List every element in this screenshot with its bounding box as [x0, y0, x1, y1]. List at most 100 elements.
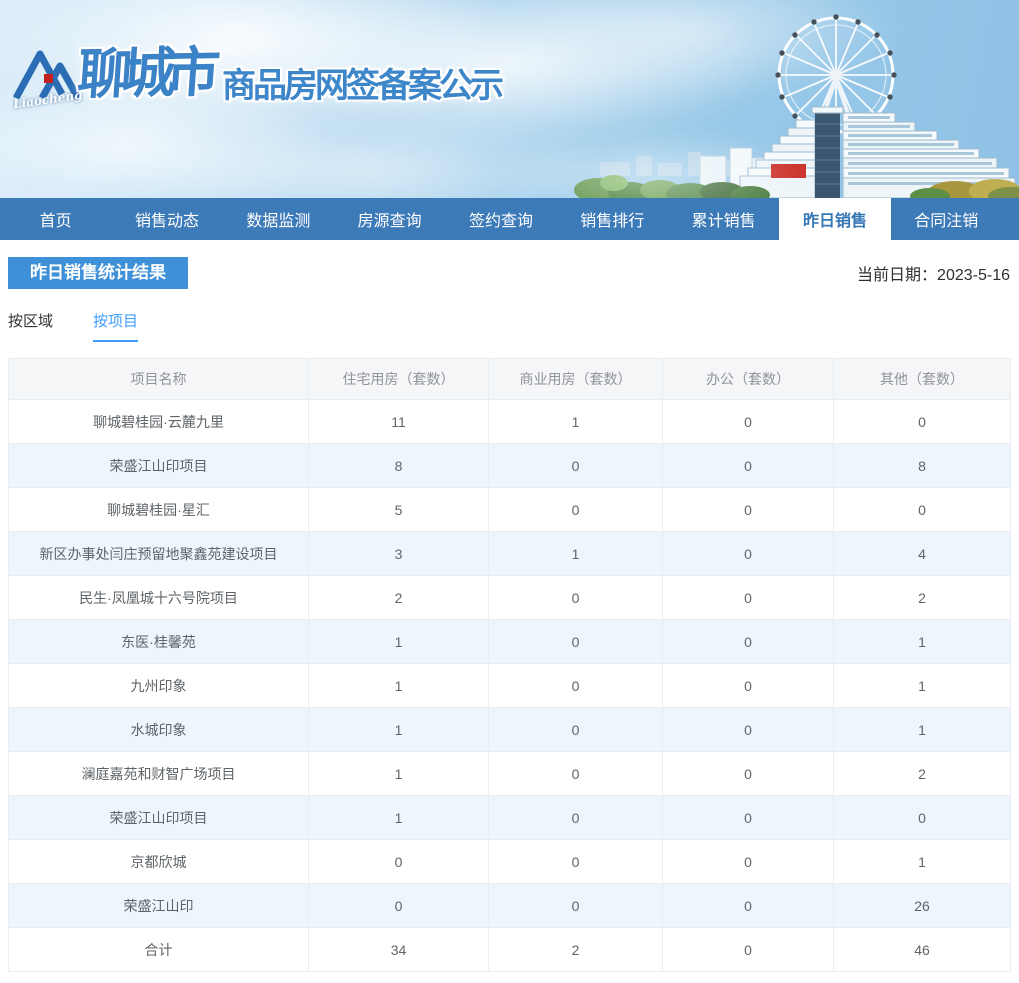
count-cell: 0 — [488, 663, 663, 708]
nav-item[interactable]: 首页 — [0, 198, 111, 240]
count-cell: 1 — [308, 795, 489, 840]
count-cell: 0 — [662, 619, 834, 664]
count-cell: 1 — [833, 839, 1011, 884]
count-cell: 1 — [488, 399, 663, 444]
project-name-cell: 荣盛江山印 — [8, 883, 309, 928]
count-cell: 8 — [308, 443, 489, 488]
main-nav-inner: 首页 销售动态 数据监测 房源查询 签约查询 销售排行 累计销售 昨日销售 合同注销 — [0, 198, 1002, 240]
count-cell: 3 — [308, 531, 489, 576]
count-cell: 0 — [662, 663, 834, 708]
count-cell: 0 — [662, 751, 834, 796]
table-row: 水城印象 1 0 0 1 — [8, 707, 1011, 752]
count-cell: 0 — [488, 443, 663, 488]
count-cell: 0 — [662, 883, 834, 928]
project-name-cell: 东医·桂馨苑 — [8, 619, 309, 664]
count-cell: 1 — [308, 619, 489, 664]
count-cell: 1 — [833, 707, 1011, 752]
table-row: 东医·桂馨苑 1 0 0 1 — [8, 619, 1011, 664]
count-cell: 26 — [833, 883, 1011, 928]
project-name-cell: 合计 — [8, 927, 309, 972]
count-cell: 0 — [662, 839, 834, 884]
count-cell: 4 — [833, 531, 1011, 576]
count-cell: 0 — [662, 795, 834, 840]
nav-item[interactable]: 数据监测 — [223, 198, 334, 240]
cloud-decoration — [490, 128, 810, 198]
count-cell: 2 — [833, 751, 1011, 796]
table-row: 民生·凤凰城十六号院项目 2 0 0 2 — [8, 575, 1011, 620]
count-cell: 0 — [662, 399, 834, 444]
count-cell: 8 — [833, 443, 1011, 488]
site-title: 商品房网签备案公示 — [222, 67, 504, 105]
count-cell: 0 — [833, 487, 1011, 532]
count-cell: 0 — [833, 795, 1011, 840]
sales-table: 项目名称 住宅用房（套数） 商业用房（套数） 办公（套数） 其他（套数） 聊城碧桂园·云… — [8, 358, 1011, 972]
count-cell: 0 — [662, 707, 834, 752]
table-row: 合计 34 2 0 46 — [8, 927, 1011, 972]
count-cell: 0 — [833, 399, 1011, 444]
nav-item[interactable]: 昨日销售 — [779, 198, 891, 240]
project-name-cell: 民生·凤凰城十六号院项目 — [8, 575, 309, 620]
nav-item[interactable]: 累计销售 — [668, 198, 779, 240]
count-cell: 2 — [488, 927, 663, 972]
count-cell: 0 — [308, 883, 489, 928]
count-cell: 46 — [833, 927, 1011, 972]
view-tabs: 按区域 按项目 — [8, 310, 1019, 342]
current-date: 当前日期：2023-5-16 — [857, 261, 1010, 285]
count-cell: 0 — [488, 751, 663, 796]
nav-item[interactable]: 销售动态 — [111, 198, 222, 240]
count-cell: 1 — [488, 531, 663, 576]
table-row: 聊城碧桂园·云麓九里 11 1 0 0 — [8, 399, 1011, 444]
tab[interactable]: 按区域 — [8, 310, 53, 342]
count-cell: 0 — [488, 839, 663, 884]
project-name-cell: 荣盛江山印项目 — [8, 443, 309, 488]
count-cell: 34 — [308, 927, 489, 972]
count-cell: 0 — [662, 531, 834, 576]
count-cell: 0 — [488, 707, 663, 752]
table-row: 澜庭嘉苑和财智广场项目 1 0 0 2 — [8, 751, 1011, 796]
column-header: 商业用房（套数） — [488, 358, 663, 400]
nav-item[interactable]: 房源查询 — [334, 198, 445, 240]
page-title: 昨日销售统计结果 — [8, 257, 188, 289]
count-cell: 0 — [662, 487, 834, 532]
city-name-calligraphy: 聊城市 — [75, 42, 213, 106]
count-cell: 0 — [488, 795, 663, 840]
table-row: 荣盛江山印项目 8 0 0 8 — [8, 443, 1011, 488]
count-cell: 0 — [308, 839, 489, 884]
project-name-cell: 京都欣城 — [8, 839, 309, 884]
column-header: 项目名称 — [8, 358, 309, 400]
column-header: 其他（套数） — [833, 358, 1011, 400]
count-cell: 1 — [308, 663, 489, 708]
table-row: 荣盛江山印 0 0 0 26 — [8, 883, 1011, 928]
column-header: 住宅用房（套数） — [308, 358, 489, 400]
nav-item[interactable]: 合同注销 — [891, 198, 1002, 240]
header-banner: Liaocheng 聊城市 商品房网签备案公示 — [0, 0, 1019, 198]
date-value: 2023-5-16 — [937, 267, 1010, 284]
project-name-cell: 九州印象 — [8, 663, 309, 708]
tab[interactable]: 按项目 — [93, 310, 139, 342]
project-name-cell: 澜庭嘉苑和财智广场项目 — [8, 751, 309, 796]
table-row: 新区办事处闫庄预留地聚鑫苑建设项目 3 1 0 4 — [8, 531, 1011, 576]
table-row: 京都欣城 0 0 0 1 — [8, 839, 1011, 884]
count-cell: 1 — [308, 751, 489, 796]
count-cell: 0 — [662, 927, 834, 972]
project-name-cell: 聊城碧桂园·星汇 — [8, 487, 309, 532]
count-cell: 0 — [488, 575, 663, 620]
count-cell: 1 — [833, 663, 1011, 708]
project-name-cell: 聊城碧桂园·云麓九里 — [8, 399, 309, 444]
count-cell: 11 — [308, 399, 489, 444]
count-cell: 0 — [662, 443, 834, 488]
table-header-row: 项目名称 住宅用房（套数） 商业用房（套数） 办公（套数） 其他（套数） — [8, 358, 1011, 400]
count-cell: 0 — [488, 619, 663, 664]
count-cell: 0 — [488, 883, 663, 928]
count-cell: 5 — [308, 487, 489, 532]
project-name-cell: 新区办事处闫庄预留地聚鑫苑建设项目 — [8, 531, 309, 576]
table-row: 聊城碧桂园·星汇 5 0 0 0 — [8, 487, 1011, 532]
nav-item[interactable]: 销售排行 — [557, 198, 668, 240]
main-nav: 首页 销售动态 数据监测 房源查询 签约查询 销售排行 累计销售 昨日销售 合同注销 — [0, 198, 1019, 240]
count-cell: 2 — [833, 575, 1011, 620]
count-cell: 1 — [308, 707, 489, 752]
project-name-cell: 水城印象 — [8, 707, 309, 752]
count-cell: 1 — [833, 619, 1011, 664]
nav-item[interactable]: 签约查询 — [445, 198, 556, 240]
count-cell: 2 — [308, 575, 489, 620]
